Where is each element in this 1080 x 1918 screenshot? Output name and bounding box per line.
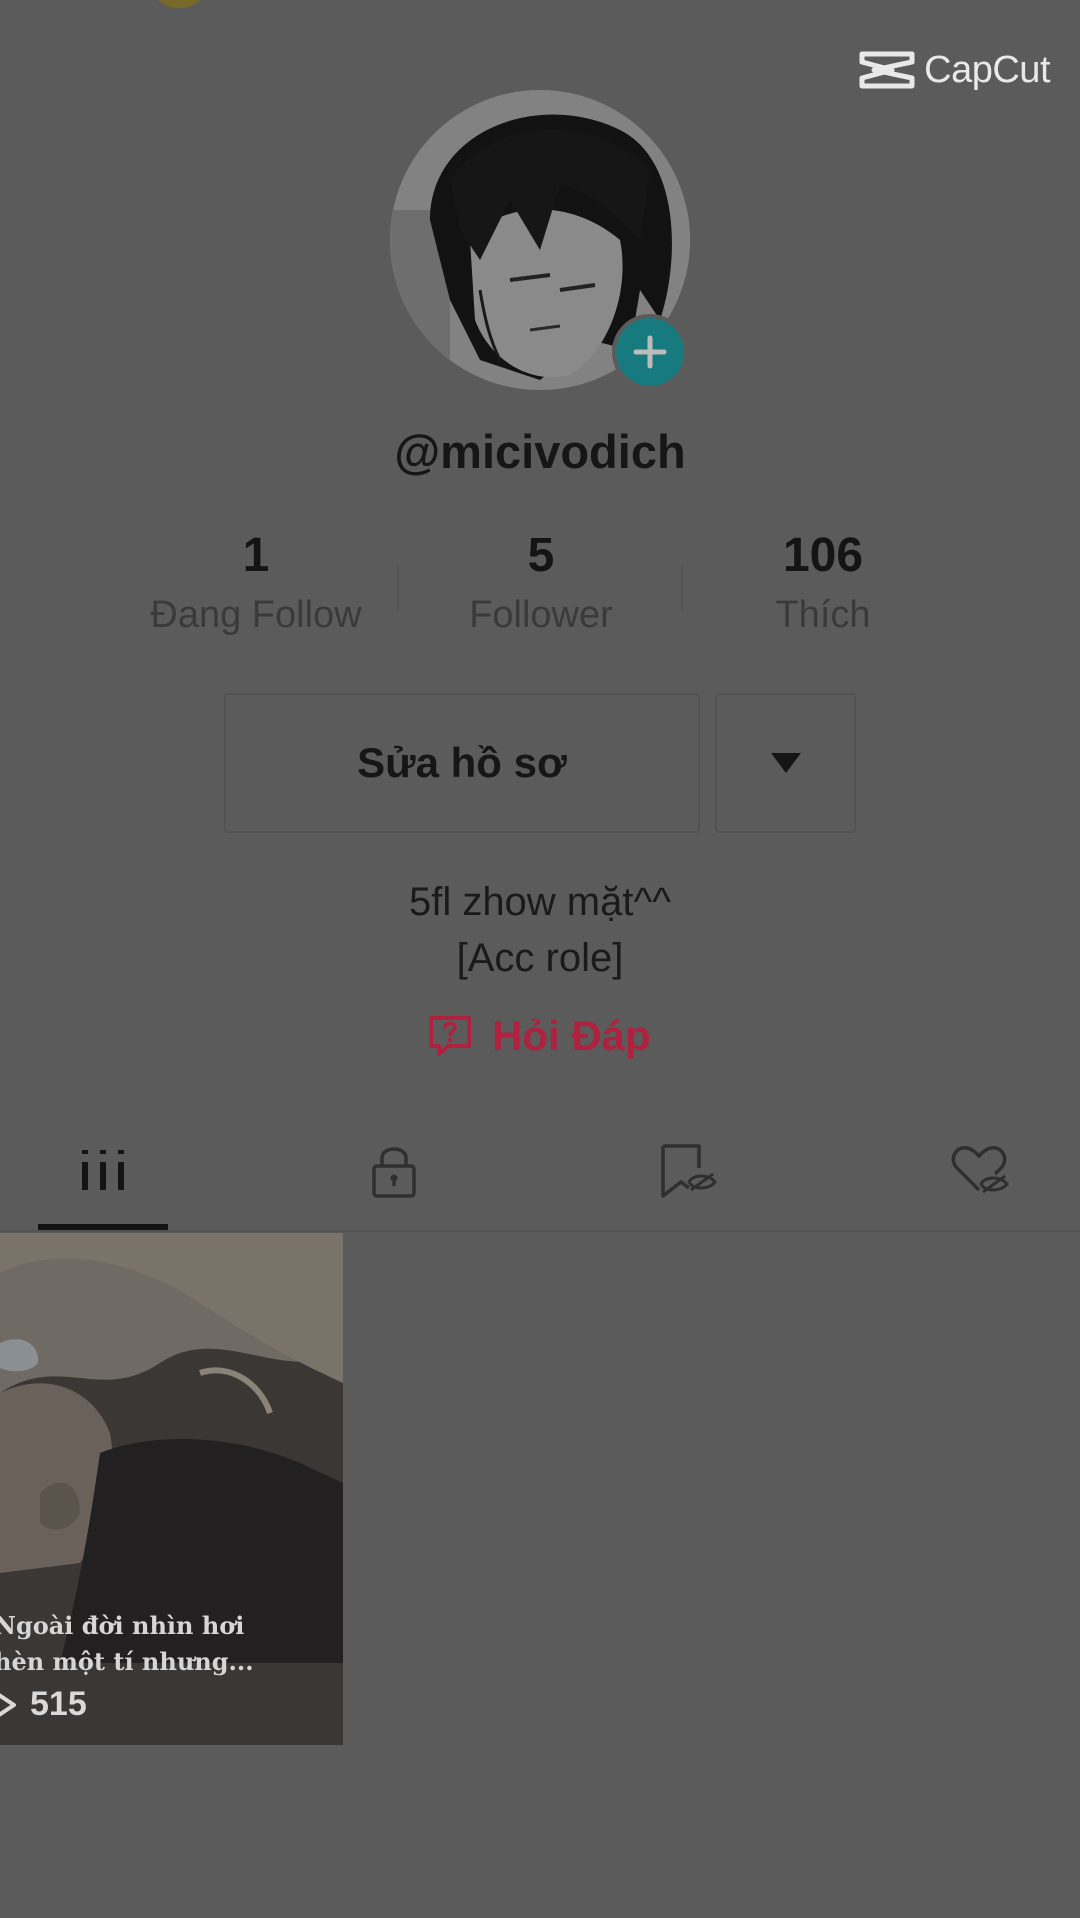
following-label: Đang Follow — [150, 594, 362, 636]
following-count: 1 — [242, 529, 270, 582]
tab-saved[interactable] — [647, 1130, 727, 1210]
stat-following[interactable]: 1 Đang Follow — [106, 526, 406, 638]
stat-likes[interactable]: 106 Thích — [673, 526, 973, 638]
capcut-watermark: CapCut — [858, 48, 1050, 92]
lock-icon — [372, 1147, 416, 1198]
video-thumbnail[interactable]: Ngoài đời nhìn hơi hèn một tí nhưng... 5… — [0, 1233, 343, 1745]
heart-hidden-icon — [951, 1146, 1009, 1194]
question-bubble-icon — [429, 1016, 471, 1056]
likes-count: 106 — [782, 529, 864, 582]
bookmark-hidden-icon — [661, 1144, 717, 1198]
profile-screen: CapCut @micivodich 1 Đang Follow 5 Follo… — [0, 0, 1080, 1918]
grid-icon — [82, 1150, 124, 1190]
qa-label: Hỏi Đáp — [492, 1012, 651, 1059]
video-caption-line-1: Ngoài đời nhìn hơi — [0, 1611, 245, 1640]
bio-line-2: [Acc role] — [456, 936, 624, 980]
status-emoji-icon — [156, 0, 202, 8]
edit-profile-label: Sửa hồ sơ — [357, 739, 567, 786]
video-views: 515 — [0, 1685, 87, 1724]
qa-link[interactable]: Hỏi Đáp — [426, 1012, 651, 1060]
tab-private[interactable] — [354, 1130, 434, 1210]
add-avatar-button[interactable] — [612, 314, 688, 390]
triangle-down-icon — [770, 753, 801, 773]
status-bar-right — [890, 0, 960, 4]
capcut-logo-icon — [859, 51, 915, 89]
capcut-brand-text: CapCut — [924, 48, 1050, 91]
followers-count: 5 — [527, 529, 555, 582]
status-bar-left — [0, 0, 80, 6]
edit-profile-button[interactable]: Sửa hồ sơ — [224, 693, 700, 833]
tabs-divider — [0, 1230, 1080, 1232]
play-icon — [0, 1692, 16, 1717]
stat-followers[interactable]: 5 Follower — [391, 526, 691, 638]
video-view-count: 515 — [30, 1685, 87, 1723]
followers-label: Follower — [469, 594, 613, 636]
plus-icon — [633, 335, 667, 369]
tab-liked[interactable] — [939, 1130, 1019, 1210]
likes-label: Thích — [775, 594, 871, 636]
video-caption-line-2: hèn một tí nhưng... — [0, 1647, 254, 1676]
tab-videos[interactable] — [63, 1130, 143, 1210]
bio-line-1: 5fl zhow mặt^^ — [408, 880, 672, 924]
more-options-button[interactable] — [715, 693, 856, 833]
username: @micivodich — [394, 425, 686, 478]
